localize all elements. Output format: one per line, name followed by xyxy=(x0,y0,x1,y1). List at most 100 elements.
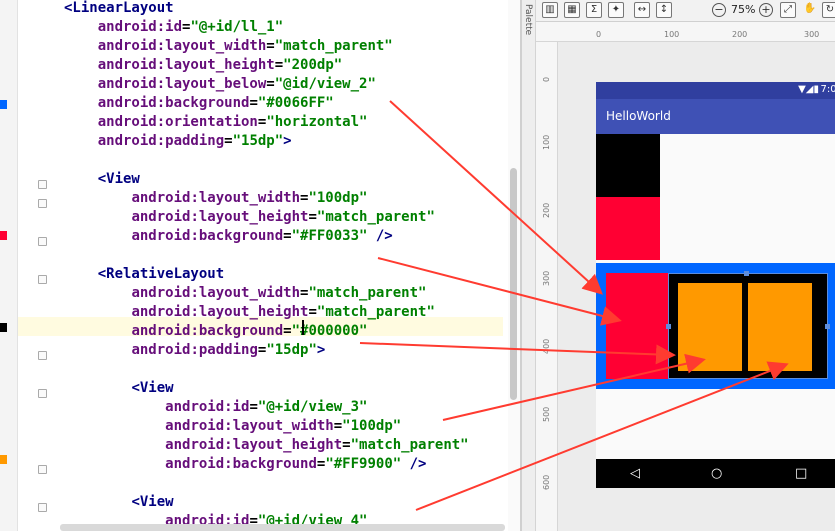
code-token: "#FF0033" xyxy=(291,228,368,244)
fold-marker[interactable] xyxy=(38,180,47,189)
color-swatch-marker xyxy=(0,100,7,109)
fold-marker[interactable] xyxy=(38,237,47,246)
expand-horizontal-icon[interactable]: ↔ xyxy=(634,2,650,18)
relative-layout-black[interactable] xyxy=(666,271,830,379)
code-line[interactable]: android:layout_height="match_parent" xyxy=(64,303,435,322)
view-red-in-linear[interactable] xyxy=(606,273,668,379)
code-line[interactable]: android:layout_height="match_parent" xyxy=(64,208,434,227)
app-bar: HelloWorld xyxy=(596,99,835,134)
palette-tool-window-strip[interactable]: Palette xyxy=(522,0,536,531)
code-token: = xyxy=(274,57,284,73)
code-line[interactable]: <RelativeLayout xyxy=(64,265,224,284)
code-token: android:padding xyxy=(97,133,225,149)
zoom-out-button[interactable]: − xyxy=(712,3,726,17)
code-token: "#0066FF" xyxy=(257,95,334,111)
code-token: "match_parent" xyxy=(350,437,469,453)
zoom-to-fit-icon[interactable]: ⤢ xyxy=(780,2,796,18)
code-line[interactable]: android:background="#FF0033" /> xyxy=(64,227,393,246)
color-swatch-marker xyxy=(0,323,7,332)
ruler-tick: 600 xyxy=(542,474,551,490)
code-token: > xyxy=(283,133,292,149)
view-red-top[interactable] xyxy=(596,197,660,260)
code-token: android:layout_width xyxy=(97,38,267,54)
code-token: android:layout_height xyxy=(97,57,275,73)
code-token: "#FF9900" xyxy=(325,456,402,472)
code-token: android:layout_below xyxy=(97,76,267,92)
code-line[interactable]: <View xyxy=(64,493,173,512)
code-line[interactable]: android:background="#0066FF" xyxy=(64,94,334,113)
code-token: "100dp" xyxy=(342,418,402,434)
code-editor[interactable]: <LinearLayout android:id="@+id/ll_1" and… xyxy=(0,0,520,531)
editor-horizontal-scrollbar[interactable] xyxy=(60,524,505,531)
fold-marker[interactable] xyxy=(38,199,47,208)
sigma-icon[interactable]: Σ xyxy=(586,2,602,18)
fold-marker[interactable] xyxy=(38,351,47,360)
ruler-tick: 0 xyxy=(596,30,602,39)
back-icon[interactable]: ◁ xyxy=(630,466,640,481)
home-icon[interactable]: ○ xyxy=(711,466,722,481)
blueprint-toggle-icon[interactable]: ▥ xyxy=(542,2,558,18)
palette-tab-label[interactable]: Palette xyxy=(523,4,533,35)
status-bar: ▼◢▮ 7:00 xyxy=(596,82,835,99)
code-token: android:layout_height xyxy=(131,304,309,320)
code-token: android:layout_width xyxy=(165,418,334,434)
code-token: "horizontal" xyxy=(266,114,368,130)
code-token: "15dp" xyxy=(232,133,284,149)
ruler-tick: 300 xyxy=(542,270,551,286)
code-token: = xyxy=(249,399,258,415)
fold-marker[interactable] xyxy=(38,465,47,474)
code-line[interactable]: android:orientation="horizontal" xyxy=(64,113,368,132)
status-time: 7:00 xyxy=(820,84,835,95)
code-token: /> xyxy=(367,228,393,244)
view-4-orange[interactable] xyxy=(748,283,812,371)
view-black-top[interactable] xyxy=(596,134,660,197)
view-3-orange[interactable] xyxy=(678,283,742,371)
recents-icon[interactable]: □ xyxy=(795,466,807,481)
code-line[interactable]: android:layout_width="match_parent" xyxy=(64,284,426,303)
refresh-icon[interactable]: ↻ xyxy=(822,2,835,18)
code-token: = xyxy=(342,437,351,453)
code-token: "@+id/view_3" xyxy=(257,399,368,415)
code-line[interactable]: <View xyxy=(64,170,140,189)
expand-vertical-icon[interactable]: ↕ xyxy=(656,2,672,18)
code-token: "200dp" xyxy=(283,57,343,73)
linear-layout-ll-1[interactable] xyxy=(596,263,835,389)
code-line[interactable]: android:background="#FF9900" /> xyxy=(64,455,426,474)
fold-marker[interactable] xyxy=(38,275,47,284)
pan-hand-icon[interactable]: ✋ xyxy=(802,2,818,18)
code-token: "match_parent" xyxy=(316,304,435,320)
ruler-tick: 200 xyxy=(732,30,748,39)
editor-scrollbar-thumb[interactable] xyxy=(510,168,517,400)
code-token: <LinearLayout xyxy=(64,0,174,16)
code-line[interactable]: android:id="@+id/ll_1" xyxy=(64,18,283,37)
code-token: android:background xyxy=(97,95,250,111)
code-token: > xyxy=(316,342,326,358)
code-line[interactable]: android:layout_height="200dp" xyxy=(64,56,342,75)
vertical-ruler: 0 100 200 300 400 500 600 xyxy=(536,42,558,531)
code-token: android:background xyxy=(131,228,284,244)
device-preview[interactable]: ▼◢▮ 7:00 HelloWorld ◁ ○ □ xyxy=(596,82,835,488)
code-line[interactable]: android:layout_height="match_parent" xyxy=(64,436,469,455)
selection-handle[interactable] xyxy=(666,324,671,329)
fold-marker[interactable] xyxy=(38,389,47,398)
design-preview-pane[interactable]: ▥ ▦ Σ ✦ ↔ ↕ − 75% + ⤢ ✋ ↻ 0 100 200 300 … xyxy=(536,0,835,531)
selection-handle[interactable] xyxy=(744,271,749,276)
fold-marker[interactable] xyxy=(38,503,47,512)
code-line[interactable]: android:layout_width="100dp" xyxy=(64,417,401,436)
selection-handle[interactable] xyxy=(825,324,830,329)
navigation-bar: ◁ ○ □ xyxy=(596,459,835,488)
code-line[interactable]: <LinearLayout xyxy=(64,0,174,18)
zoom-in-button[interactable]: + xyxy=(759,3,773,17)
code-line[interactable]: android:layout_width="100dp" xyxy=(64,189,367,208)
code-token: android:id xyxy=(97,19,183,35)
code-line[interactable]: android:id="@+id/view_3" xyxy=(64,398,367,417)
code-line[interactable]: android:background="#000000" xyxy=(64,322,367,341)
code-line[interactable]: android:layout_below="@id/view_2" xyxy=(64,75,376,94)
magic-wand-icon[interactable]: ✦ xyxy=(608,2,624,18)
code-line[interactable]: android:padding="15dp"> xyxy=(64,132,292,151)
code-line[interactable]: android:padding="15dp"> xyxy=(64,341,325,360)
grid-icon[interactable]: ▦ xyxy=(564,2,580,18)
code-token: /> xyxy=(401,456,427,472)
code-line[interactable]: android:layout_width="match_parent" xyxy=(64,37,393,56)
code-line[interactable]: <View xyxy=(64,379,173,398)
